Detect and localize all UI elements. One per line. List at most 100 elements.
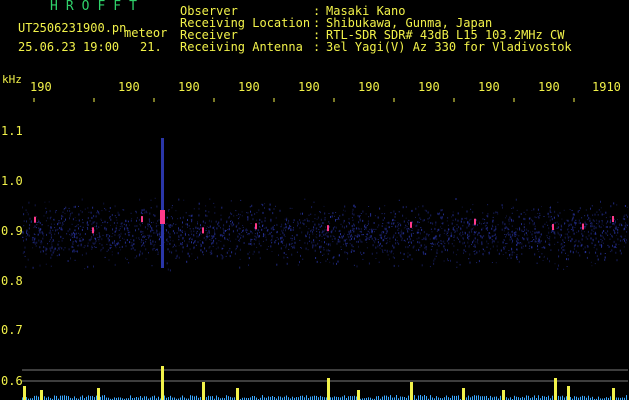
noise-pixel xyxy=(386,242,388,244)
meteor-echo-head xyxy=(160,210,165,224)
noise-pixel xyxy=(588,217,590,219)
noise-pixel xyxy=(104,256,106,258)
noise-pixel xyxy=(468,231,470,234)
noise-pixel xyxy=(405,206,407,208)
meter-bar xyxy=(458,395,459,400)
noise-pixel xyxy=(378,261,380,263)
noise-pixel xyxy=(221,206,223,209)
noise-pixel xyxy=(300,221,301,224)
noise-pixel xyxy=(305,235,307,238)
noise-pixel xyxy=(435,255,437,257)
noise-pixel xyxy=(399,222,401,224)
noise-pixel xyxy=(362,219,364,222)
noise-pixel xyxy=(438,241,440,243)
noise-pixel xyxy=(452,228,454,230)
noise-pixel xyxy=(271,235,273,238)
noise-pixel xyxy=(205,236,207,238)
noise-pixel xyxy=(600,226,602,228)
noise-pixel xyxy=(468,258,470,260)
noise-pixel xyxy=(485,227,487,230)
noise-pixel xyxy=(487,229,488,231)
noise-pixel xyxy=(358,234,360,237)
meter-bar xyxy=(152,396,153,400)
noise-pixel xyxy=(87,227,89,230)
noise-pixel xyxy=(230,240,231,242)
noise-pixel xyxy=(332,227,334,229)
noise-pixel xyxy=(158,235,160,238)
noise-pixel xyxy=(237,235,239,238)
noise-pixel xyxy=(157,233,159,236)
noise-pixel xyxy=(382,239,384,242)
noise-pixel xyxy=(352,246,354,248)
noise-pixel xyxy=(140,241,142,243)
noise-pixel xyxy=(302,212,303,215)
noise-pixel xyxy=(123,238,125,240)
noise-pixel xyxy=(381,225,383,227)
meter-bar xyxy=(598,396,599,400)
noise-pixel xyxy=(214,231,216,233)
noise-pixel xyxy=(111,254,113,256)
noise-pixel xyxy=(261,220,263,223)
noise-pixel xyxy=(84,233,86,235)
noise-pixel xyxy=(222,248,224,249)
noise-pixel xyxy=(434,236,436,239)
noise-pixel xyxy=(293,236,295,239)
noise-pixel xyxy=(359,220,361,222)
noise-pixel xyxy=(428,234,430,237)
noise-pixel xyxy=(327,243,329,246)
noise-pixel xyxy=(56,229,58,231)
noise-pixel xyxy=(68,248,70,251)
meter-bar xyxy=(476,395,477,400)
noise-pixel xyxy=(334,226,336,228)
noise-pixel xyxy=(23,231,24,234)
noise-pixel xyxy=(397,242,399,244)
noise-pixel xyxy=(271,237,273,239)
noise-pixel xyxy=(250,242,252,244)
noise-pixel xyxy=(117,211,119,214)
noise-pixel xyxy=(535,241,537,243)
noise-pixel xyxy=(486,226,488,229)
noise-pixel xyxy=(609,226,611,229)
noise-pixel xyxy=(386,250,388,253)
noise-pixel xyxy=(320,218,322,221)
noise-pixel xyxy=(526,234,528,236)
noise-pixel xyxy=(624,224,626,227)
noise-pixel xyxy=(250,210,251,213)
noise-pixel xyxy=(385,225,387,227)
noise-pixel xyxy=(112,228,113,231)
noise-pixel xyxy=(156,205,158,208)
noise-pixel xyxy=(511,253,513,256)
noise-pixel xyxy=(361,254,363,256)
meter-bar xyxy=(534,395,535,400)
noise-pixel xyxy=(106,250,108,252)
noise-pixel xyxy=(226,251,228,254)
noise-pixel xyxy=(536,262,538,264)
noise-pixel xyxy=(627,215,628,218)
noise-pixel xyxy=(37,233,39,236)
noise-pixel xyxy=(45,212,47,214)
noise-pixel xyxy=(430,249,432,251)
noise-pixel xyxy=(78,213,80,216)
noise-pixel xyxy=(430,222,432,224)
noise-pixel xyxy=(401,231,403,233)
noise-pixel xyxy=(573,248,575,250)
noise-pixel xyxy=(382,223,384,224)
noise-pixel xyxy=(615,247,617,249)
noise-pixel xyxy=(184,231,186,233)
noise-pixel xyxy=(539,256,541,258)
noise-pixel xyxy=(160,223,161,226)
noise-pixel xyxy=(532,240,533,242)
noise-pixel xyxy=(231,251,233,254)
noise-pixel xyxy=(142,235,144,238)
noise-pixel xyxy=(407,252,409,254)
noise-pixel xyxy=(291,242,293,244)
noise-pixel xyxy=(339,237,341,239)
noise-pixel xyxy=(480,235,482,237)
noise-pixel xyxy=(516,234,518,236)
noise-pixel xyxy=(398,243,400,245)
noise-pixel xyxy=(148,235,150,238)
noise-pixel xyxy=(94,242,96,244)
noise-pixel xyxy=(568,231,570,233)
noise-pixel xyxy=(251,214,253,217)
noise-pixel xyxy=(258,240,260,242)
